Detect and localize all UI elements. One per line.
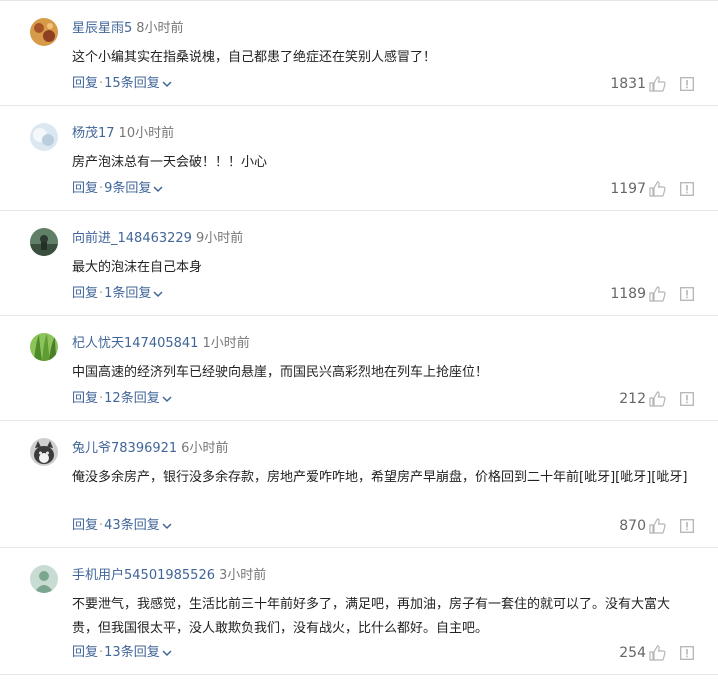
username-link[interactable]: 兔儿爷78396921 bbox=[72, 441, 177, 456]
like-count: 1189 bbox=[610, 286, 646, 302]
comment-actions: 回复·1条回复 bbox=[72, 284, 164, 304]
replies-count: 9条回复 bbox=[104, 181, 152, 196]
avatar[interactable] bbox=[30, 18, 58, 46]
comment-stats: 212 bbox=[619, 389, 694, 409]
comment-item: 星辰星雨5 8小时前 这个小编其实在指桑说槐，自己都患了绝症还在笑别人感冒了！ 回… bbox=[0, 1, 718, 106]
view-replies-button[interactable]: 13条回复 bbox=[104, 645, 173, 660]
comment-text: 房产泡沫总有一天会破！！！小心 bbox=[72, 155, 268, 170]
thumbs-up-icon[interactable] bbox=[649, 518, 666, 534]
replies-count: 1条回复 bbox=[104, 286, 152, 301]
reply-button[interactable]: 回复 bbox=[72, 181, 98, 196]
comment-item: 兔儿爷78396921 6小时前 俺没多余房产，银行没多余存款，房地产爱咋咋地，希… bbox=[0, 421, 718, 548]
replies-count: 43条回复 bbox=[104, 518, 160, 533]
comment-actions: 回复·15条回复 bbox=[72, 74, 173, 94]
comment-item: 杨茂17 10小时前 房产泡沫总有一天会破！！！小心 回复·9条回复 1197 bbox=[0, 106, 718, 211]
reply-button[interactable]: 回复 bbox=[72, 391, 98, 406]
reply-button[interactable]: 回复 bbox=[72, 76, 98, 91]
comment-meta: 杞人忧天147405841 1小时前 bbox=[72, 334, 250, 354]
timestamp: 10小时前 bbox=[118, 126, 175, 141]
separator: · bbox=[99, 286, 104, 301]
username-link[interactable]: 杞人忧天147405841 bbox=[72, 336, 198, 351]
username-link[interactable]: 杨茂17 bbox=[72, 126, 115, 141]
view-replies-button[interactable]: 43条回复 bbox=[104, 518, 173, 533]
thumbs-up-icon[interactable] bbox=[649, 181, 666, 197]
comment-meta: 杨茂17 10小时前 bbox=[72, 124, 174, 144]
comment-item: 手机用户54501985526 3小时前 不要泄气，我感觉，生活比前三十年前好多了… bbox=[0, 548, 718, 675]
username-link[interactable]: 向前进_148463229 bbox=[72, 231, 192, 246]
chevron-down-icon bbox=[153, 185, 163, 192]
chevron-down-icon bbox=[162, 80, 172, 87]
like-count: 1197 bbox=[610, 181, 646, 197]
timestamp: 1小时前 bbox=[202, 336, 250, 351]
reply-button[interactable]: 回复 bbox=[72, 286, 98, 301]
timestamp: 9小时前 bbox=[195, 231, 244, 246]
replies-count: 15条回复 bbox=[104, 76, 160, 91]
comment-stats: 254 bbox=[619, 643, 694, 663]
avatar[interactable] bbox=[30, 228, 58, 256]
comment-item: 向前进_148463229 9小时前 最大的泡沫在自己本身 回复·1条回复 118… bbox=[0, 211, 718, 316]
avatar[interactable] bbox=[30, 565, 58, 593]
separator: · bbox=[99, 645, 104, 660]
chevron-down-icon bbox=[162, 522, 172, 529]
report-icon[interactable] bbox=[680, 287, 694, 301]
report-icon[interactable] bbox=[680, 519, 694, 533]
separator: · bbox=[99, 391, 104, 406]
reply-button[interactable]: 回复 bbox=[72, 645, 98, 660]
comment-actions: 回复·13条回复 bbox=[72, 643, 173, 663]
separator: · bbox=[99, 76, 104, 91]
thumbs-up-icon[interactable] bbox=[649, 645, 666, 661]
view-replies-button[interactable]: 1条回复 bbox=[104, 286, 164, 301]
replies-count: 12条回复 bbox=[104, 391, 160, 406]
comment-actions: 回复·12条回复 bbox=[72, 389, 173, 409]
comment-text: 俺没多余房产，银行没多余存款，房地产爱咋咋地，希望房产早崩盘，价格回到二十年前[… bbox=[72, 470, 688, 485]
like-count: 870 bbox=[619, 518, 646, 534]
chevron-down-icon bbox=[162, 649, 172, 656]
reply-button[interactable]: 回复 bbox=[72, 518, 98, 533]
timestamp: 3小时前 bbox=[218, 568, 267, 583]
comment-list: 星辰星雨5 8小时前 这个小编其实在指桑说槐，自己都患了绝症还在笑别人感冒了！ 回… bbox=[0, 1, 718, 675]
comment-text: 中国高速的经济列车已经驶向悬崖，而国民兴高彩烈地在列车上抢座位！ bbox=[72, 365, 489, 380]
timestamp: 8小时前 bbox=[136, 21, 184, 36]
view-replies-button[interactable]: 9条回复 bbox=[104, 181, 164, 196]
avatar[interactable] bbox=[30, 123, 58, 151]
comment-stats: 1197 bbox=[610, 179, 694, 199]
comment-stats: 1189 bbox=[610, 284, 694, 304]
comment-text: 最大的泡沫在自己本身 bbox=[72, 260, 203, 275]
comment-stats: 1831 bbox=[610, 74, 694, 94]
thumbs-up-icon[interactable] bbox=[649, 76, 666, 92]
like-count: 1831 bbox=[610, 76, 646, 92]
like-count: 212 bbox=[619, 391, 646, 407]
view-replies-button[interactable]: 12条回复 bbox=[104, 391, 173, 406]
comment-actions: 回复·43条回复 bbox=[72, 516, 173, 536]
username-link[interactable]: 星辰星雨5 bbox=[72, 21, 132, 36]
comment-meta: 星辰星雨5 8小时前 bbox=[72, 19, 184, 39]
report-icon[interactable] bbox=[680, 182, 694, 196]
comment-meta: 手机用户54501985526 3小时前 bbox=[72, 566, 266, 586]
replies-count: 13条回复 bbox=[104, 645, 160, 660]
separator: · bbox=[99, 518, 104, 533]
comment-item: 杞人忧天147405841 1小时前 中国高速的经济列车已经驶向悬崖，而国民兴高彩… bbox=[0, 316, 718, 421]
timestamp: 6小时前 bbox=[181, 441, 229, 456]
comment-text: 不要泄气，我感觉，生活比前三十年前好多了，满足吧，再加油，房子有一套住的就可以了… bbox=[72, 597, 671, 636]
chevron-down-icon bbox=[162, 395, 172, 402]
avatar[interactable] bbox=[30, 438, 58, 466]
thumbs-up-icon[interactable] bbox=[649, 286, 666, 302]
view-replies-button[interactable]: 15条回复 bbox=[104, 76, 173, 91]
comment-text: 这个小编其实在指桑说槐，自己都患了绝症还在笑别人感冒了！ bbox=[72, 50, 437, 65]
comment-meta: 兔儿爷78396921 6小时前 bbox=[72, 439, 228, 459]
report-icon[interactable] bbox=[680, 646, 694, 660]
like-count: 254 bbox=[619, 645, 646, 661]
comment-meta: 向前进_148463229 9小时前 bbox=[72, 229, 243, 249]
separator: · bbox=[99, 181, 104, 196]
chevron-down-icon bbox=[153, 290, 163, 297]
report-icon[interactable] bbox=[680, 392, 694, 406]
username-link[interactable]: 手机用户54501985526 bbox=[72, 568, 215, 583]
thumbs-up-icon[interactable] bbox=[649, 391, 666, 407]
comment-actions: 回复·9条回复 bbox=[72, 179, 164, 199]
comment-stats: 870 bbox=[619, 516, 694, 536]
report-icon[interactable] bbox=[680, 77, 694, 91]
avatar[interactable] bbox=[30, 333, 58, 361]
